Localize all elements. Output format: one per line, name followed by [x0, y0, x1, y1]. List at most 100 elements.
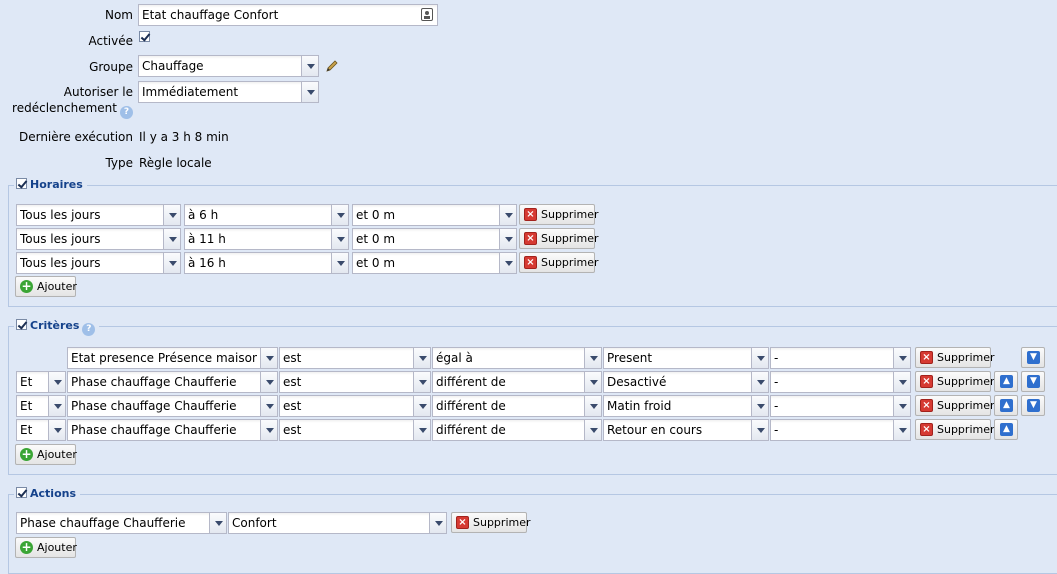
chevron-down-icon[interactable]	[163, 205, 180, 225]
verb-select[interactable]: est	[279, 347, 431, 369]
value-select[interactable]: Retour en cours	[603, 419, 769, 441]
comparator-select[interactable]: différent de	[432, 419, 602, 441]
operator-select[interactable]: Et	[16, 371, 66, 393]
chevron-down-icon[interactable]	[163, 229, 180, 249]
device-select[interactable]: Phase chauffage Chaufferie	[67, 395, 278, 417]
day-select[interactable]: Tous les jours	[16, 252, 181, 274]
extra-select[interactable]: -	[770, 395, 911, 417]
extra-select[interactable]: -	[770, 371, 911, 393]
chevron-down-icon[interactable]	[331, 253, 348, 273]
name-input[interactable]: Etat chauffage Confort	[138, 4, 438, 26]
chevron-down-icon[interactable]	[48, 396, 65, 416]
horaires-delete-button[interactable]: × Supprimer	[519, 204, 599, 225]
chevron-down-icon[interactable]	[331, 229, 348, 249]
chevron-down-icon[interactable]	[893, 420, 910, 440]
value-select[interactable]: Present	[603, 347, 769, 369]
move-up-button[interactable]: ▲	[994, 419, 1018, 440]
criteres-delete-button[interactable]: × Supprimer	[915, 347, 995, 368]
chevron-down-icon[interactable]	[893, 372, 910, 392]
group-select[interactable]: Chauffage	[138, 55, 319, 77]
verb-select[interactable]: est	[279, 419, 431, 441]
criteres-add-button[interactable]: + Ajouter	[15, 444, 77, 465]
action-value-select[interactable]: Confort	[228, 512, 447, 534]
chevron-down-icon[interactable]	[260, 348, 277, 368]
chevron-down-icon[interactable]	[48, 420, 65, 440]
chevron-down-icon[interactable]	[260, 396, 277, 416]
chevron-down-icon[interactable]	[48, 372, 65, 392]
horaires-delete-button[interactable]: × Supprimer	[519, 252, 599, 273]
chevron-down-icon[interactable]	[301, 82, 318, 102]
value-select[interactable]: Matin froid	[603, 395, 769, 417]
value-select[interactable]: Desactivé	[603, 371, 769, 393]
chevron-down-icon[interactable]	[413, 420, 430, 440]
move-down-button[interactable]: ▼	[1021, 347, 1045, 368]
move-down-button[interactable]: ▼	[1021, 371, 1045, 392]
pencil-icon[interactable]	[324, 58, 340, 74]
chevron-down-icon[interactable]	[584, 348, 601, 368]
help-icon[interactable]: ?	[120, 106, 133, 119]
chevron-down-icon[interactable]	[260, 420, 277, 440]
chevron-down-icon[interactable]	[260, 372, 277, 392]
device-select[interactable]: Phase chauffage Chaufferie	[67, 419, 278, 441]
chevron-down-icon[interactable]	[413, 348, 430, 368]
hour-select[interactable]: à 11 h	[184, 228, 349, 250]
actions-checkbox[interactable]	[16, 487, 27, 498]
extra-select[interactable]: -	[770, 347, 911, 369]
verb-select[interactable]: est	[279, 395, 431, 417]
chevron-down-icon[interactable]	[751, 396, 768, 416]
move-up-button[interactable]: ▲	[994, 395, 1018, 416]
comparator-select[interactable]: différent de	[432, 395, 602, 417]
chevron-down-icon[interactable]	[301, 56, 318, 76]
hour-select[interactable]: à 16 h	[184, 252, 349, 274]
day-select[interactable]: Tous les jours	[16, 204, 181, 226]
chevron-down-icon[interactable]	[751, 420, 768, 440]
horaires-checkbox[interactable]	[16, 178, 27, 189]
chevron-down-icon[interactable]	[413, 372, 430, 392]
criteres-checkbox[interactable]	[16, 319, 27, 330]
help-icon[interactable]: ?	[82, 323, 96, 336]
comparator-select[interactable]: différent de	[432, 371, 602, 393]
horaires-legend[interactable]: Horaires	[14, 178, 87, 192]
minute-select[interactable]: et 0 m	[352, 228, 517, 250]
chevron-down-icon[interactable]	[499, 229, 516, 249]
chevron-down-icon[interactable]	[331, 205, 348, 225]
chevron-down-icon[interactable]	[413, 396, 430, 416]
chevron-down-icon[interactable]	[751, 348, 768, 368]
operator-select[interactable]: Et	[16, 395, 66, 417]
comparator-select[interactable]: égal à	[432, 347, 602, 369]
chevron-down-icon[interactable]	[429, 513, 446, 533]
chevron-down-icon[interactable]	[584, 396, 601, 416]
horaires-delete-button[interactable]: × Supprimer	[519, 228, 599, 249]
actions-legend[interactable]: Actions	[14, 487, 80, 501]
action-device-select[interactable]: Phase chauffage Chaufferie	[16, 512, 227, 534]
extra-select[interactable]: -	[770, 419, 911, 441]
verb-select[interactable]: est	[279, 371, 431, 393]
criteres-delete-button[interactable]: × Supprimer	[915, 395, 995, 416]
device-select[interactable]: Etat presence Présence maison	[67, 347, 278, 369]
actions-add-button[interactable]: + Ajouter	[15, 537, 77, 558]
retrigger-select[interactable]: Immédiatement	[138, 81, 319, 103]
enabled-checkbox[interactable]	[139, 30, 153, 44]
criteres-legend[interactable]: Critères?	[14, 319, 100, 336]
criteres-delete-button[interactable]: × Supprimer	[915, 419, 995, 440]
device-select[interactable]: Phase chauffage Chaufferie	[67, 371, 278, 393]
minute-select[interactable]: et 0 m	[352, 204, 517, 226]
chevron-down-icon[interactable]	[163, 253, 180, 273]
chevron-down-icon[interactable]	[893, 396, 910, 416]
chevron-down-icon[interactable]	[209, 513, 226, 533]
chevron-down-icon[interactable]	[499, 253, 516, 273]
actions-delete-button[interactable]: × Supprimer	[451, 512, 531, 533]
operator-select[interactable]: Et	[16, 419, 66, 441]
hour-select[interactable]: à 6 h	[184, 204, 349, 226]
criteres-delete-button[interactable]: × Supprimer	[915, 371, 995, 392]
chevron-down-icon[interactable]	[584, 372, 601, 392]
chevron-down-icon[interactable]	[751, 372, 768, 392]
move-down-button[interactable]: ▼	[1021, 395, 1045, 416]
day-select[interactable]: Tous les jours	[16, 228, 181, 250]
chevron-down-icon[interactable]	[584, 420, 601, 440]
minute-select[interactable]: et 0 m	[352, 252, 517, 274]
chevron-down-icon[interactable]	[893, 348, 910, 368]
chevron-down-icon[interactable]	[499, 205, 516, 225]
horaires-add-button[interactable]: + Ajouter	[15, 276, 77, 297]
move-up-button[interactable]: ▲	[994, 371, 1018, 392]
